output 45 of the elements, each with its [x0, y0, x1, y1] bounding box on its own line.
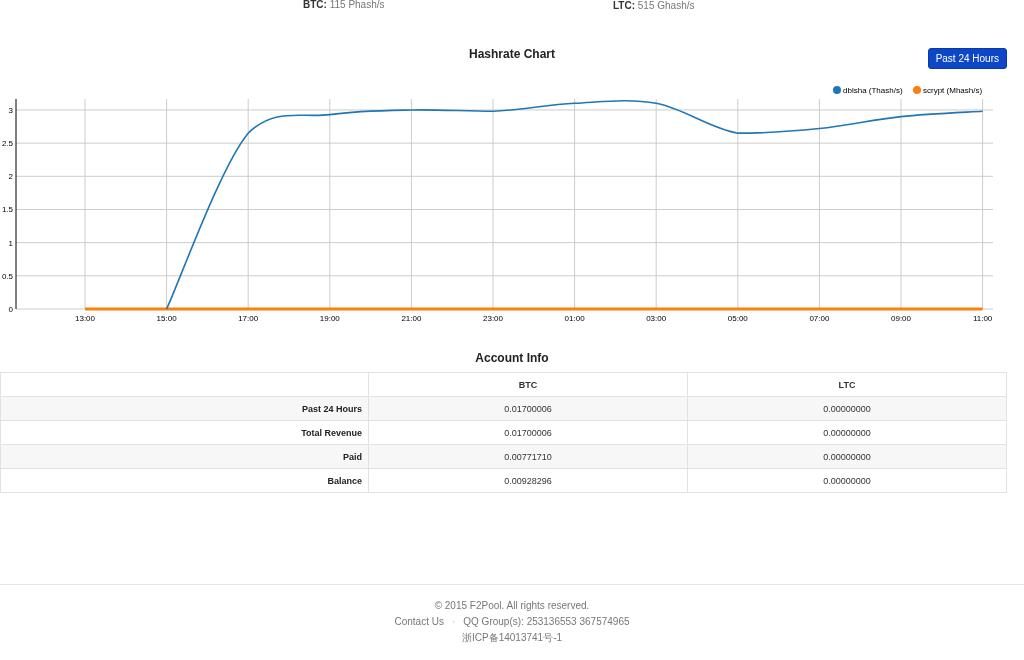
- table-header: LTC: [687, 372, 1007, 397]
- legend-item[interactable]: dblsha (Thash/s): [833, 86, 903, 95]
- y-axis-label: 3: [8, 105, 13, 115]
- x-axis-label: 21:00: [401, 314, 422, 321]
- hashrate-stat: BTC: 115 Phash/s: [303, 0, 385, 9]
- y-axis-label: 2: [8, 172, 13, 182]
- x-axis-label: 07:00: [809, 314, 830, 321]
- x-axis-label: 15:00: [156, 314, 177, 321]
- table-cell: 0.00771710: [368, 444, 688, 469]
- table-cell: 0.00000000: [687, 444, 1007, 469]
- separator-dot: ·: [451, 616, 456, 627]
- x-axis-label: 05:00: [727, 314, 748, 321]
- qq-group-text: QQ Group(s): 253136553 367574965: [463, 616, 630, 627]
- section-title: Account Info: [474, 351, 550, 365]
- x-axis-label: 03:00: [646, 314, 667, 321]
- x-axis-label: 09:00: [891, 314, 911, 321]
- table-cell: 0.00000000: [687, 396, 1007, 421]
- contact-link[interactable]: Contact Us: [394, 616, 444, 627]
- legend-item[interactable]: scrypt (Mhash/s): [913, 86, 983, 95]
- y-axis-label: 0.5: [1, 271, 13, 281]
- chart-title: Hashrate Chart: [469, 47, 555, 61]
- copyright-text: © 2015 F2Pool. All rights reserved.: [433, 599, 591, 613]
- table-cell: 0.01700006: [368, 420, 688, 445]
- table-cell: 0.00000000: [687, 420, 1007, 445]
- icp-license-text: 浙ICP备14013741号-1: [460, 631, 564, 645]
- row-label: Past 24 Hours: [0, 396, 369, 421]
- x-axis-label: 11:00: [972, 314, 993, 321]
- x-axis-label: 01:00: [564, 314, 585, 321]
- time-range-button[interactable]: Past 24 Hours: [927, 48, 1007, 69]
- table-header: BTC: [368, 372, 688, 397]
- row-label: Balance: [0, 468, 369, 493]
- table-cell: 0.00000000: [687, 468, 1007, 493]
- table-cell: 0.00928296: [368, 468, 688, 493]
- y-axis-label: 1.5: [1, 205, 13, 215]
- row-label: Paid: [0, 444, 369, 469]
- hashrate-stat: LTC: 515 Ghash/s: [613, 0, 695, 11]
- x-axis-label: 19:00: [319, 314, 340, 321]
- table-cell: 0.01700006: [368, 396, 688, 421]
- y-axis-label: 2.5: [1, 139, 13, 149]
- row-label: Total Revenue: [0, 420, 369, 445]
- y-axis-label: 1: [8, 238, 13, 248]
- x-axis-label: 23:00: [483, 314, 503, 321]
- y-axis-label: 0: [8, 305, 13, 314]
- x-axis-label: 13:00: [75, 314, 95, 321]
- x-axis-label: 17:00: [238, 314, 259, 321]
